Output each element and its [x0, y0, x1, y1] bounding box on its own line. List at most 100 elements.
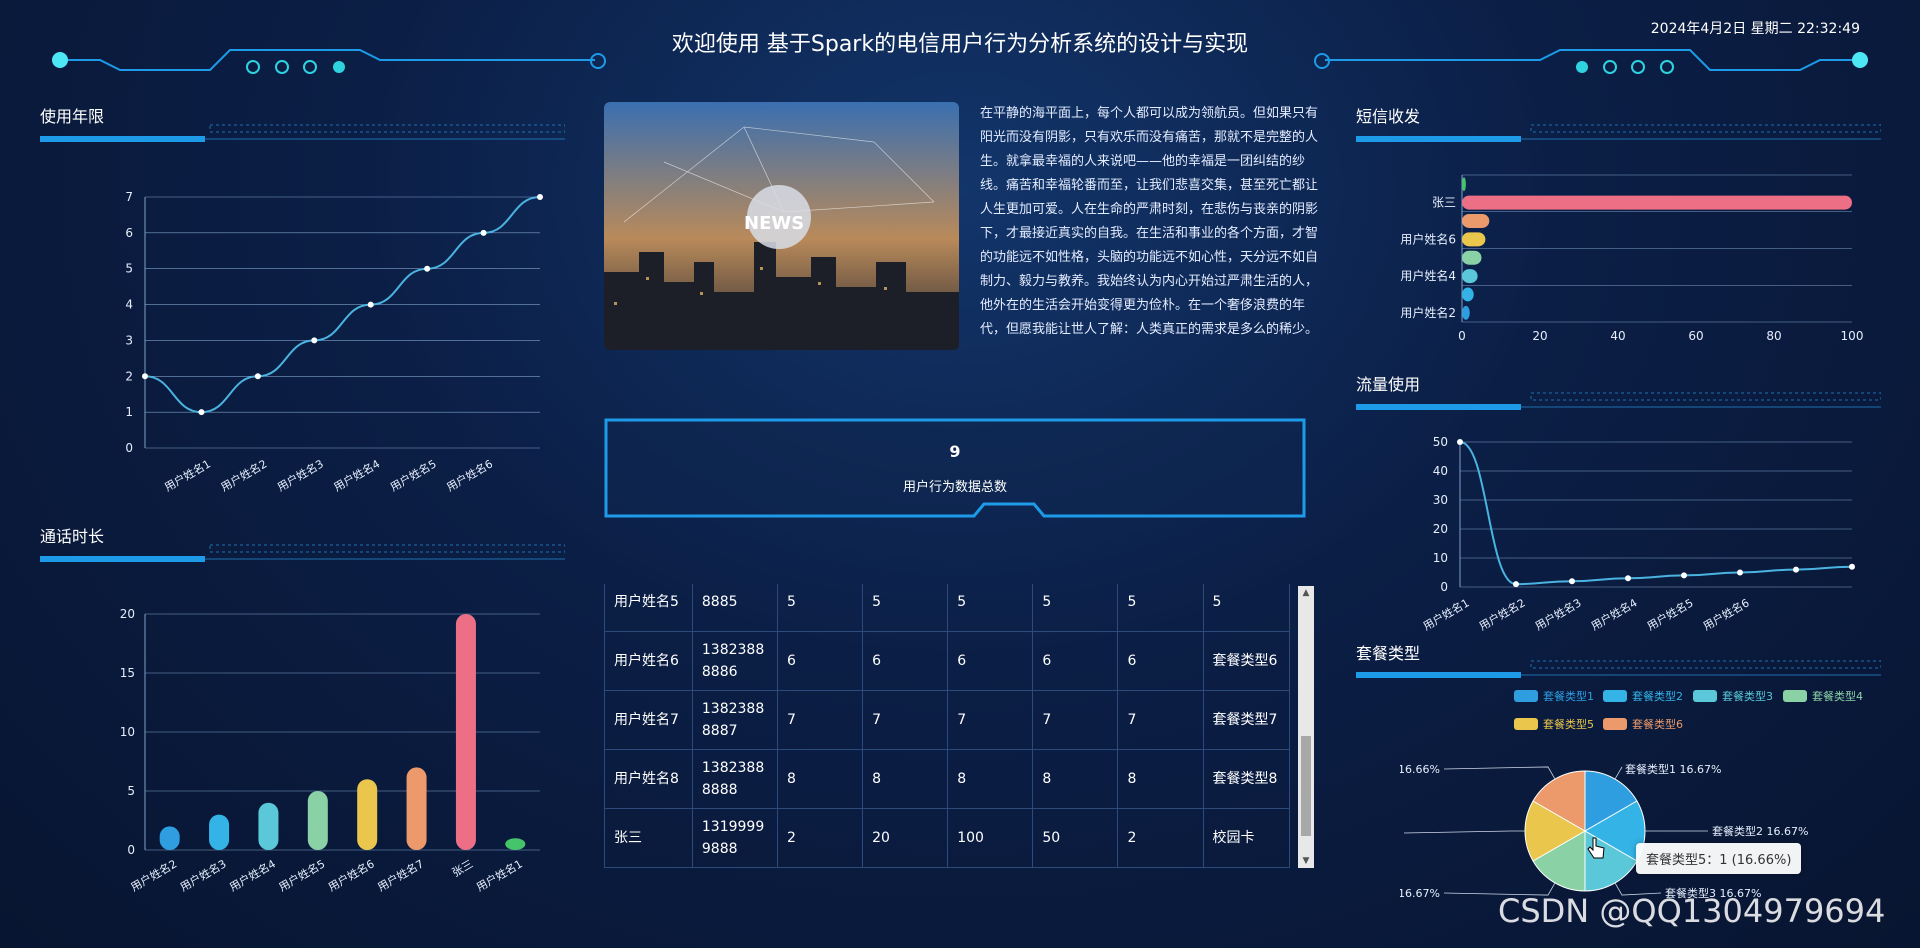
- table-cell: 5: [776, 584, 864, 632]
- data-point: [424, 265, 431, 272]
- y-tick-label: 5: [127, 784, 135, 798]
- hbar-5: [1462, 232, 1486, 247]
- x-tick-label: 20: [1532, 329, 1547, 343]
- y-tick-label: 20: [1433, 522, 1448, 536]
- city-network-image: NEWS: [604, 102, 959, 350]
- y-tick-label: 1: [125, 405, 133, 419]
- table-cell: 6: [1032, 631, 1119, 691]
- hbar-2: [1462, 287, 1474, 302]
- page-title: 欢迎使用 基于Spark的电信用户行为分析系统的设计与实现: [671, 32, 1249, 57]
- table-cell: 7: [862, 690, 949, 750]
- table-cell: 13823888887: [691, 690, 779, 750]
- x-tick-label: 用户姓名6: [326, 856, 377, 894]
- table-cell: 5: [1032, 584, 1119, 632]
- table-cell: 套餐类型8: [1202, 749, 1290, 809]
- legend-item-6[interactable]: 套餐类型6: [1603, 716, 1683, 732]
- hbar-7: [1462, 195, 1852, 210]
- data-point: [311, 337, 318, 344]
- user-behavior-table[interactable]: 用户姓名5 8885 5 5 5 5 5 5 用户姓名6 13823888886 6 6 6 6 6 套餐类型…: [604, 584, 1290, 869]
- scroll-up-arrow-icon[interactable]: ▲: [1298, 586, 1314, 600]
- sms-chart: 用户姓名2 用户姓名4 用户姓名6 张三 0 20 40 60 80 100: [1400, 174, 1864, 343]
- scroll-thumb[interactable]: [1301, 736, 1311, 836]
- stat-box-frame: [604, 418, 1306, 518]
- x-tick-label: 100: [1841, 329, 1864, 343]
- legend-item-4[interactable]: 套餐类型4: [1783, 688, 1863, 704]
- bar-4: [307, 791, 328, 850]
- table-cell: 5: [1202, 584, 1290, 632]
- x-tick-label: 用户姓名4: [331, 456, 382, 494]
- table-cell: 2: [1117, 808, 1204, 868]
- pie-label-line: [1403, 830, 1525, 834]
- data-point: [1849, 563, 1855, 570]
- table-cell: 5: [862, 584, 949, 632]
- bar-8: [505, 838, 526, 850]
- x-tick-label: 用户姓名3: [275, 456, 326, 494]
- x-tick-label: 用户姓名2: [1476, 595, 1527, 633]
- x-tick-label: 用户姓名1: [474, 856, 525, 894]
- table-cell: 套餐类型7: [1202, 690, 1290, 750]
- table-cell: 7: [947, 690, 1034, 750]
- legend-item-2[interactable]: 套餐类型2: [1603, 688, 1683, 704]
- y-tick-label: 2: [125, 369, 133, 383]
- table-cell: 8: [947, 749, 1034, 809]
- table-scrollbar[interactable]: ▲ ▼: [1298, 586, 1314, 868]
- table-cell: 8: [1032, 749, 1119, 809]
- x-tick-label: 张三: [450, 857, 476, 879]
- x-tick-label: 用户姓名2: [128, 856, 179, 894]
- table-cell: 用户姓名7: [604, 690, 693, 750]
- table-cell: 用户姓名6: [604, 631, 693, 691]
- x-tick-label: 用户姓名1: [162, 456, 213, 494]
- traffic-line: [1459, 441, 1853, 586]
- y-tick-label: 20: [120, 607, 135, 621]
- y-tick-label: 6: [125, 226, 133, 240]
- legend-item-5[interactable]: 套餐类型5: [1514, 716, 1594, 732]
- legend-label: 套餐类型2: [1632, 690, 1683, 703]
- table-cell: 校园卡: [1202, 808, 1290, 868]
- y-tick-label: 张三: [1432, 196, 1456, 210]
- table-cell: 100: [947, 808, 1034, 868]
- x-tick-label: 用户姓名5: [1644, 595, 1695, 633]
- y-tick-label: 0: [127, 843, 135, 857]
- data-point: [1681, 572, 1687, 579]
- table-cell: 13199999888: [691, 808, 779, 868]
- title-bar-traffic: [1356, 392, 1881, 410]
- table-cell: 20: [862, 808, 949, 868]
- hbar-4: [1462, 250, 1482, 265]
- y-tick-label: 50: [1433, 435, 1448, 449]
- table-cell: 张三: [604, 808, 693, 868]
- legend-label: 套餐类型3: [1722, 690, 1773, 703]
- news-paragraph: 在平静的海平面上，每个人都可以成为领航员。但如果只有阳光而没有阴影，只有欢乐而没…: [980, 106, 1318, 337]
- watermark: CSDN @QQ1304979694: [1498, 892, 1886, 930]
- data-point: [1737, 569, 1743, 576]
- table-cell: 6: [862, 631, 949, 691]
- bar-5: [357, 779, 378, 850]
- x-tick-label: 用户姓名5: [387, 456, 438, 494]
- data-point: [142, 373, 148, 380]
- call-duration-chart: 0 5 10 15 20 用户姓名2用户姓名3用户姓名4用户姓名5用户姓名6用户姓名7 张三…: [120, 607, 540, 894]
- traffic-chart: 0 10 20 30 40 50 用户姓名1 用户姓名2 用户姓名3 用户姓名4 用户姓名5 用户姓名…: [1420, 435, 1855, 633]
- y-tick-label: 4: [125, 298, 133, 312]
- x-tick-label: 用户姓名5: [276, 856, 327, 894]
- stat-label: 用户行为数据总数: [902, 480, 1007, 495]
- x-tick-label: 用户姓名6: [1700, 595, 1751, 633]
- legend-label: 套餐类型1: [1543, 690, 1594, 703]
- y-tick-label: 10: [1433, 551, 1448, 565]
- pie-label-2: 套餐类型2 16.67%: [1712, 824, 1808, 838]
- pie-label-6: 套餐类型6 16.66%: [1400, 762, 1440, 776]
- x-tick-label: 用户姓名4: [1588, 595, 1639, 633]
- legend-item-1[interactable]: 套餐类型1: [1514, 688, 1594, 704]
- data-point: [537, 194, 543, 200]
- table-cell: 5: [947, 584, 1034, 632]
- x-tick-label: 用户姓名6: [444, 456, 495, 494]
- scroll-down-arrow-icon[interactable]: ▼: [1298, 854, 1314, 868]
- hbar-3: [1462, 269, 1478, 284]
- table-cell: 50: [1032, 808, 1119, 868]
- y-tick-label: 用户姓名4: [1400, 268, 1456, 283]
- table-cell: 5: [1117, 584, 1204, 632]
- y-tick-label: 0: [125, 441, 133, 455]
- y-tick-label: 3: [125, 333, 133, 347]
- table-cell: 13823888888: [691, 749, 779, 809]
- table-row: 用户姓名6 13823888886 6 6 6 6 6 套餐类型6: [604, 631, 1290, 691]
- table-row: 用户姓名7 13823888887 7 7 7 7 7 套餐类型7: [604, 690, 1290, 750]
- legend-item-3[interactable]: 套餐类型3: [1693, 688, 1773, 704]
